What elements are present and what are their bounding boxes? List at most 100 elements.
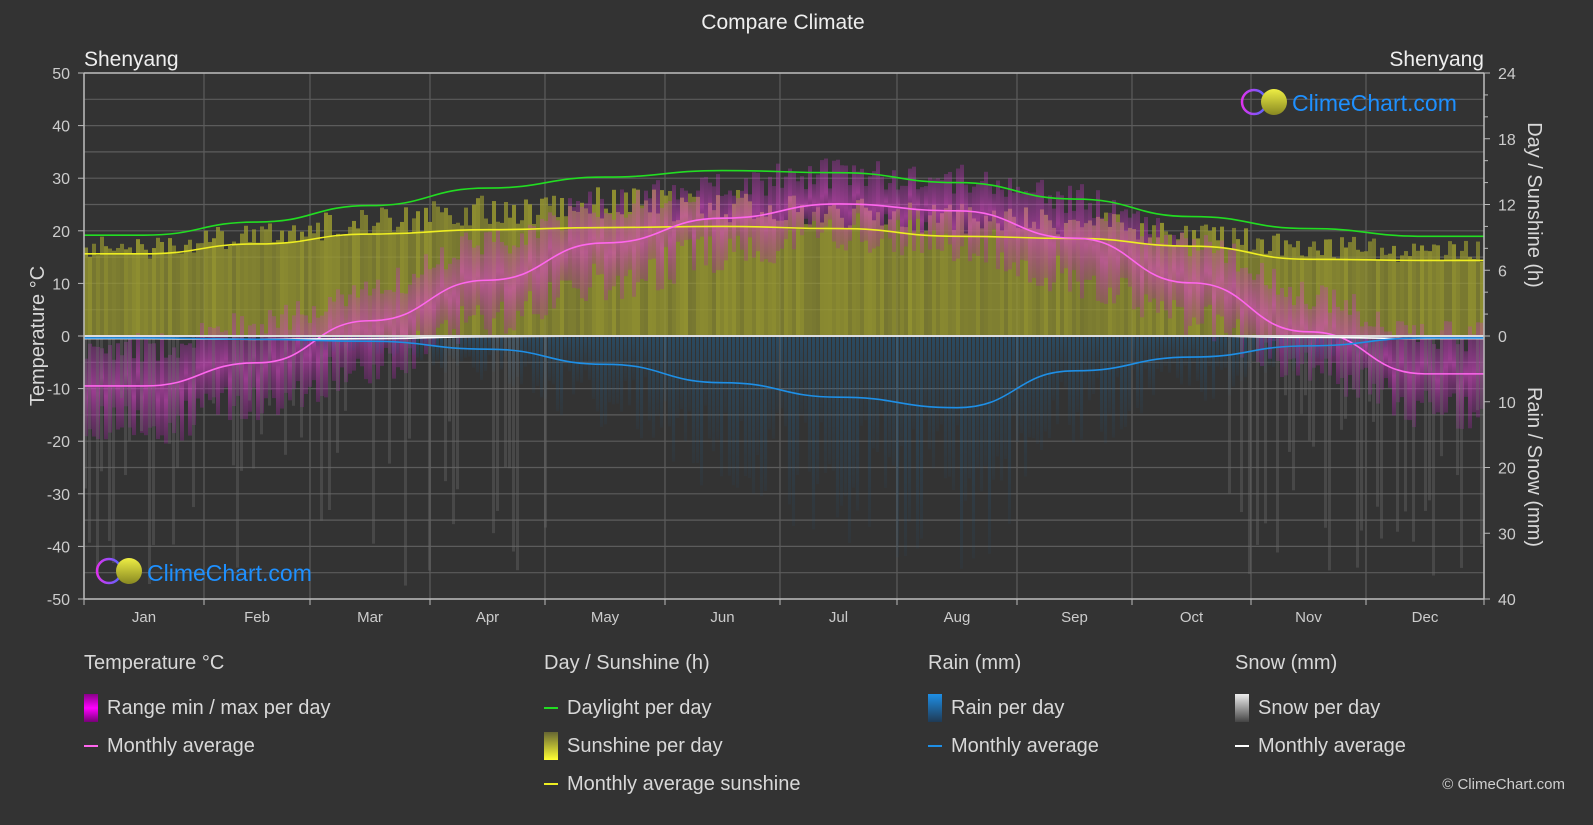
snow-bar [120,336,123,398]
temperature-range-bar [888,183,892,239]
rain-bar [752,336,755,494]
temperature-range-bar [896,189,900,221]
month-label: Feb [244,609,270,626]
temperature-range-bar [1096,190,1100,301]
month-label: Dec [1412,609,1439,626]
temperature-range-bar [792,171,796,250]
temperature-range-bar [256,340,260,421]
temperature-range-bar [1136,211,1140,308]
sunshine-bar [120,243,124,336]
watermark-bottom: ClimeChart.com [95,557,312,586]
rain-bar [888,336,891,458]
temperature-range-bar [840,165,844,245]
sunshine-bar [108,248,112,336]
temperature-range-bar [668,201,672,280]
rain-bar [1144,336,1147,370]
temperature-range-bar [1244,267,1248,336]
sunshine-bar [180,253,184,336]
temperature-range-bar [636,190,640,283]
temperature-range-bar [496,230,500,313]
temperature-range-bar [584,203,588,302]
sunshine-bar [276,240,280,336]
rain-bar [612,336,615,405]
temperature-range-bar [684,190,688,241]
snow-bar [176,336,179,469]
rain-bar [552,336,555,385]
rain-bar [812,336,815,530]
right-tick-label: 18 [1498,132,1516,149]
rain-bar [620,336,623,412]
temperature-range-bar [324,311,328,398]
temperature-range-bar [464,232,468,323]
rain-bar [976,336,979,469]
rain-bar [384,336,387,345]
snow-bar [1368,336,1371,402]
rain-bar [1236,336,1239,376]
rain-bar [664,336,667,402]
temperature-range-bar [1108,212,1112,288]
sunshine-bar [804,224,808,336]
rain-bar [1008,336,1011,524]
rain-bar [468,336,471,357]
temperature-range-bar [460,236,464,307]
month-label: Oct [1180,609,1204,626]
temperature-range-bar [456,259,460,344]
temperature-range-bar [1436,348,1440,413]
legend-item: Sunshine per day [544,727,800,765]
temperature-range-bar [856,171,860,214]
temperature-range-bar [556,220,560,298]
rain-bar [440,336,443,368]
sunshine-bar [1432,244,1436,336]
snow-bar [152,336,155,546]
temperature-range-bar [1180,232,1184,308]
sunshine-bar [208,242,212,336]
rain-bar [1028,336,1031,438]
sunshine-bar [188,239,192,336]
rain-bar [876,336,879,453]
snow-bar [1372,336,1375,422]
snow-bar [1440,336,1443,457]
sunshine-bar [1460,250,1464,336]
temperature-range-bar [768,176,772,263]
temperature-range-bar [340,294,344,368]
temperature-range-bar [752,172,756,258]
rain-bar [1148,336,1151,388]
sunshine-bar [1452,244,1456,336]
snow-bar [1412,336,1415,542]
rain-bar [868,336,871,527]
temperature-range-bar [308,322,312,387]
month-label: Nov [1295,609,1322,626]
temperature-range-bar [648,198,652,260]
rain-bar [1080,336,1083,440]
legend-label: Range min / max per day [107,696,331,719]
rain-bar [1216,336,1219,367]
temperature-range-bar [1048,195,1052,292]
temperature-range-bar [304,315,308,394]
rain-bar [1296,336,1299,367]
temperature-range-bar [652,184,656,259]
temperature-range-bar [92,346,96,437]
temperature-range-bar [400,292,404,371]
temperature-range-bar [272,316,276,399]
rain-bar [904,336,907,556]
temperature-range-bar [748,194,752,238]
rain-bar [724,336,727,414]
snow-bar [496,336,499,511]
rain-bar [1004,336,1007,459]
rain-bar [1052,336,1055,401]
snow-bar [404,336,407,586]
sunshine-bar [144,249,148,336]
temperature-range-bar [1272,268,1276,342]
snow-bar [1404,336,1407,512]
temperature-range-bar [144,339,148,436]
legend-label: Daylight per day [567,696,712,719]
snow-bar [88,336,91,543]
temperature-range-bar [892,170,896,252]
temperature-range-bar [180,343,184,441]
temperature-range-bar [988,185,992,235]
sunshine-bar [1388,253,1392,336]
temperature-range-bar [204,335,208,394]
temperature-range-bar [316,317,320,402]
rain-bar [1252,336,1255,362]
rain-bar [592,336,595,399]
